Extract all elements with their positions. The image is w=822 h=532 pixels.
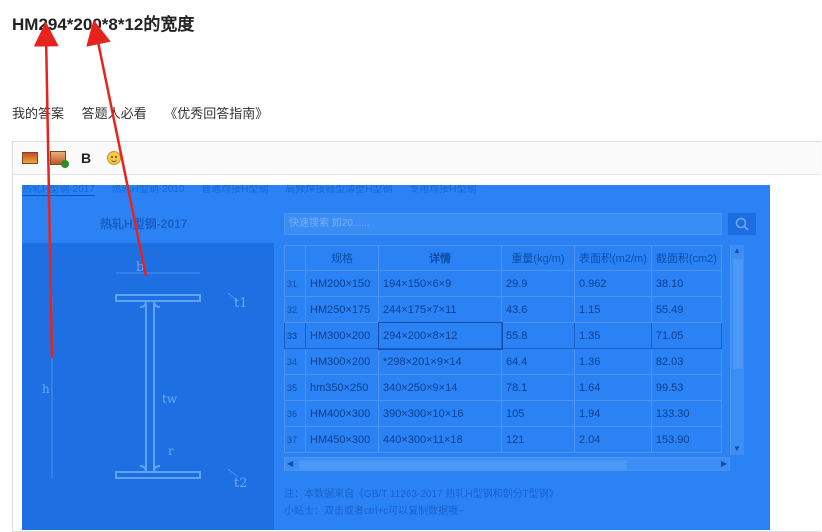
table-cell[interactable]: 64.4 <box>501 348 575 375</box>
search-icon <box>735 217 749 231</box>
table-cell[interactable]: 2.04 <box>574 426 652 453</box>
table-cell[interactable]: 390×300×10×16 <box>378 400 502 427</box>
table-header: 详情 <box>378 245 502 271</box>
source-note: 注：本数据来自《GB/T 11263-2017 热轧H型钢和剖分T型钢》 <box>284 489 559 500</box>
question-title: HM294*200*8*12的宽度 <box>12 15 195 34</box>
vertical-scroll-thumb[interactable] <box>733 259 743 369</box>
tab-item: 热轧H型钢-2017 <box>22 185 95 196</box>
emoji-button[interactable] <box>105 149 123 167</box>
diagram-title: 热轧H型钢-2017 <box>100 217 188 231</box>
table-cell[interactable]: 194×150×6×9 <box>378 270 502 297</box>
label-b: b <box>136 260 144 275</box>
table-header: 规格 <box>305 245 379 271</box>
tab-item: 热轧H型钢-2010 <box>111 185 185 195</box>
spec-table: 规格 详情 重量(kg/m) 表面积(m2/m) 截面积(cm2) 31 HM2… <box>284 245 722 453</box>
table-cell[interactable]: 99.53 <box>650 374 722 401</box>
table-cell[interactable]: 1.64 <box>574 374 652 401</box>
editor-toolbar: B <box>13 142 821 175</box>
table-cell[interactable]: 55.8 <box>501 322 575 349</box>
table-cell[interactable]: 105 <box>501 400 575 427</box>
row-index: 34 <box>284 348 306 375</box>
table-horizontal-scrollbar[interactable]: ◀ ▶ <box>284 457 730 471</box>
table-cell[interactable]: 153.90 <box>650 426 722 453</box>
table-row[interactable]: 32 HM250×175 244×175×7×11 43.6 1.15 55.4… <box>284 296 722 323</box>
table-cell[interactable]: 1.35 <box>574 322 652 349</box>
table-row-selected[interactable]: 33 HM300×200 294×200×8×12 55.8 1.35 71.0… <box>284 321 722 350</box>
tip-note: 小贴士：双击或者ctrl+c可以复制数据哦~ <box>284 506 465 517</box>
row-index: 36 <box>284 400 306 427</box>
row-index: 31 <box>284 270 306 297</box>
pasted-screenshot: 热轧H型钢-2017 热轧H型钢-2010 普通焊接H型钢 高频焊接轻型薄壁H型… <box>22 185 770 530</box>
upload-image-button[interactable] <box>49 149 69 168</box>
table-row[interactable]: 37 HM450×300 440×300×11×18 121 2.04 153.… <box>284 426 722 453</box>
horizontal-scroll-thumb[interactable] <box>299 460 627 470</box>
search-input[interactable]: 快速搜索 如20...... <box>284 213 722 235</box>
table-row[interactable]: 31 HM200×150 194×150×6×9 29.9 0.962 38.1… <box>284 270 722 297</box>
table-header <box>284 245 306 271</box>
bold-button[interactable]: B <box>77 149 95 167</box>
answer-bar: 我的答案 答题人必看 《优秀回答指南》 <box>12 103 282 122</box>
label-t2: t2 <box>234 476 248 491</box>
table-cell[interactable]: HM450×300 <box>305 426 379 453</box>
table-cell[interactable]: 440×300×11×18 <box>378 426 502 453</box>
table-cell[interactable]: 71.05 <box>650 322 722 349</box>
table-cell[interactable]: HM200×150 <box>305 270 379 297</box>
h-beam-diagram: b t1 tw r t2 h <box>22 243 274 530</box>
search-button[interactable] <box>728 213 756 235</box>
table-cell[interactable]: *298×201×9×14 <box>378 348 502 375</box>
label-r: r <box>168 444 174 458</box>
steel-type-tabs: 热轧H型钢-2017 热轧H型钢-2010 普通焊接H型钢 高频焊接轻型薄壁H型… <box>22 185 770 196</box>
scroll-up-icon[interactable]: ▲ <box>733 247 741 255</box>
table-cell[interactable]: 55.49 <box>650 296 722 323</box>
scroll-left-icon[interactable]: ◀ <box>287 459 293 468</box>
table-cell[interactable]: 82.03 <box>650 348 722 375</box>
table-cell[interactable]: 38.10 <box>650 270 722 297</box>
table-cell[interactable]: 29.9 <box>501 270 575 297</box>
label-tw: tw <box>162 392 178 406</box>
answer-guide-link[interactable]: 《优秀回答指南》 <box>164 106 268 121</box>
smile-icon <box>107 151 121 165</box>
tab-item: 普通焊接H型钢 <box>201 185 269 195</box>
label-h: h <box>42 382 50 396</box>
table-cell[interactable]: 43.6 <box>501 296 575 323</box>
table-cell[interactable]: 0.962 <box>574 270 652 297</box>
table-row[interactable]: 34 HM300×200 *298×201×9×14 64.4 1.36 82.… <box>284 348 722 375</box>
tab-item: 高频焊接轻型薄壁H型钢 <box>285 185 393 195</box>
h-beam-drawing: b t1 tw r t2 h <box>42 260 248 491</box>
table-cell[interactable]: 1.15 <box>574 296 652 323</box>
table-cell[interactable]: HM300×200 <box>305 322 379 349</box>
table-cell[interactable]: HM400×300 <box>305 400 379 427</box>
scroll-down-icon[interactable]: ▼ <box>733 445 741 453</box>
table-cell[interactable]: HM300×200 <box>305 348 379 375</box>
row-index: 33 <box>284 322 306 349</box>
table-cell[interactable]: 133.30 <box>650 400 722 427</box>
table-cell-selected[interactable]: 294×200×8×12 <box>377 321 503 350</box>
row-index: 32 <box>284 296 306 323</box>
label-t1: t1 <box>234 296 248 311</box>
table-cell[interactable]: 78.1 <box>501 374 575 401</box>
table-header: 重量(kg/m) <box>501 245 575 271</box>
table-cell[interactable]: 121 <box>501 426 575 453</box>
row-index: 35 <box>284 374 306 401</box>
upload-image-icon <box>50 151 69 168</box>
my-answer-link[interactable]: 我的答案 <box>12 106 64 121</box>
table-cell[interactable]: 1.94 <box>574 400 652 427</box>
scroll-right-icon[interactable]: ▶ <box>721 459 727 468</box>
row-index: 37 <box>284 426 306 453</box>
table-cell[interactable]: hm350×250 <box>305 374 379 401</box>
tab-item: 专用焊接H型钢 <box>409 185 477 195</box>
table-cell[interactable]: HM250×175 <box>305 296 379 323</box>
table-row[interactable]: 36 HM400×300 390×300×10×16 105 1.94 133.… <box>284 400 722 427</box>
table-row[interactable]: 35 hm350×250 340×250×9×14 78.1 1.64 99.5… <box>284 374 722 401</box>
table-cell[interactable]: 340×250×9×14 <box>378 374 502 401</box>
table-header-row: 规格 详情 重量(kg/m) 表面积(m2/m) 截面积(cm2) <box>284 245 722 271</box>
table-header: 截面积(cm2) <box>650 245 722 271</box>
insert-image-button[interactable] <box>21 149 39 167</box>
must-read-link[interactable]: 答题人必看 <box>82 106 147 121</box>
table-cell[interactable]: 244×175×7×11 <box>378 296 502 323</box>
image-icon <box>22 152 38 164</box>
table-cell[interactable]: 1.36 <box>574 348 652 375</box>
table-header: 表面积(m2/m) <box>574 245 652 271</box>
table-vertical-scrollbar[interactable]: ▲ ▼ <box>730 245 744 455</box>
